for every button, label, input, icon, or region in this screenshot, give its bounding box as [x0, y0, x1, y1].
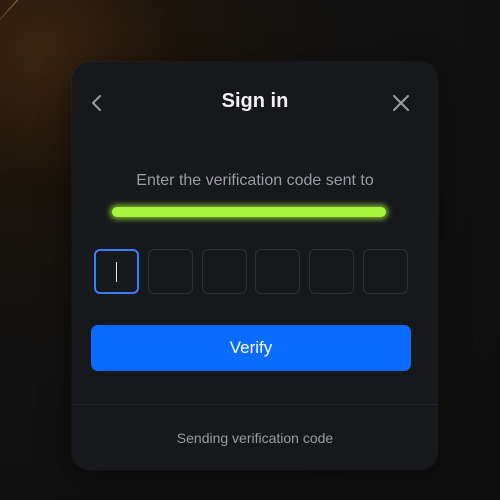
dialog-header: Sign in [72, 62, 438, 142]
email-address-redacted [112, 202, 386, 222]
divider [72, 404, 438, 405]
verification-code-inputs [94, 249, 408, 294]
code-digit-3[interactable] [201, 249, 247, 294]
sign-in-dialog: Sign in Enter the verification code sent… [72, 62, 438, 470]
code-digit-5[interactable] [309, 249, 355, 294]
code-digit-4[interactable] [255, 249, 301, 294]
close-icon [393, 95, 409, 111]
code-digit-2[interactable] [147, 249, 193, 294]
verify-button[interactable]: Verify [91, 325, 411, 371]
background-light-streak [0, 0, 51, 31]
close-button[interactable] [386, 88, 416, 118]
instruction-text: Enter the verification code sent to [136, 172, 374, 189]
redaction-mark [112, 207, 386, 217]
dialog-title: Sign in [221, 90, 289, 112]
code-digit-6[interactable] [362, 249, 408, 294]
status-text: Sending verification code [176, 430, 334, 446]
text-caret [115, 261, 118, 282]
code-digit-1[interactable] [94, 249, 139, 294]
